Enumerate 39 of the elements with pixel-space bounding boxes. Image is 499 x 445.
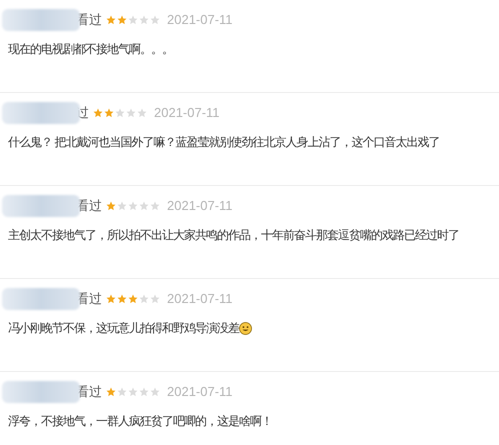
star-icon: [126, 108, 136, 118]
comment-text: 主创太不接地气了，所以拍不出让大家共鸣的作品，十年前奋斗那套逗贫嘴的戏路已经过时了: [8, 227, 459, 244]
comment-date: 2021-07-11: [167, 11, 233, 30]
comment-text: 浮夸，不接地气，一群人疯狂贫了吧唧的，这是啥啊！: [8, 413, 272, 430]
comment-text: 现在的电视剧都不接地气啊。。。: [8, 41, 173, 58]
watched-label: 看过: [76, 197, 102, 216]
star-icon: [139, 294, 149, 304]
star-icon: [106, 387, 116, 397]
star-icon: [117, 15, 127, 25]
star-icon: [150, 387, 160, 397]
star-icon: [106, 201, 116, 211]
comment-text: 冯小刚晚节不保，这玩意儿拍得和野鸡导演没差: [8, 320, 239, 337]
comment-date: 2021-07-11: [167, 290, 233, 308]
star-icon: [128, 294, 138, 304]
comment-date: 2021-07-11: [154, 104, 220, 122]
star-icon: [150, 294, 160, 304]
watched-label: 看过: [76, 11, 102, 30]
star-icon: [128, 201, 138, 211]
watched-label: 看过: [76, 290, 102, 308]
star-icon: [139, 15, 149, 25]
star-icon: [150, 15, 160, 25]
star-icon: [128, 387, 138, 397]
star-icon: [117, 387, 127, 397]
comment-text: 什么鬼？ 把北戴河也当国外了嘛？蓝盈莹就别使劲往北京人身上沾了，这个口音太出戏了: [8, 134, 440, 151]
star-icon: [137, 108, 147, 118]
watched-label: 看过: [76, 383, 102, 402]
star-icon: [93, 108, 103, 118]
star-icon: [104, 108, 114, 118]
star-icon: [150, 201, 160, 211]
star-icon: [117, 294, 127, 304]
comment-date: 2021-07-11: [167, 197, 233, 216]
star-icon: [139, 387, 149, 397]
star-icon: [128, 15, 138, 25]
star-icon: [106, 294, 116, 304]
star-icon: [117, 201, 127, 211]
star-icon: [115, 108, 125, 118]
comment-date: 2021-07-11: [167, 383, 233, 402]
star-icon: [139, 201, 149, 211]
star-icon: [106, 15, 116, 25]
